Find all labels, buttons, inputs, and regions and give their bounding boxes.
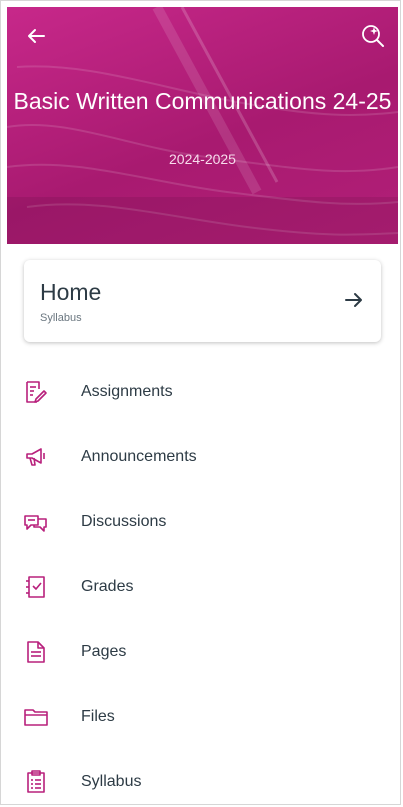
nav-item-grades[interactable]: Grades bbox=[1, 554, 400, 619]
announcement-icon bbox=[26, 448, 45, 466]
home-card[interactable]: Home Syllabus bbox=[24, 260, 381, 342]
nav-label-discussions: Discussions bbox=[81, 513, 167, 530]
course-header: Basic Written Communications 24-25 2024-… bbox=[7, 7, 398, 244]
back-button[interactable] bbox=[19, 19, 53, 53]
app-window: Basic Written Communications 24-25 2024-… bbox=[0, 0, 401, 805]
nav-item-syllabus[interactable]: Syllabus bbox=[1, 749, 400, 804]
nav-label-pages: Pages bbox=[81, 643, 127, 660]
nav-label-syllabus: Syllabus bbox=[81, 773, 142, 790]
nav-label-announcements: Announcements bbox=[81, 448, 197, 465]
home-subtitle: Syllabus bbox=[40, 312, 82, 324]
arrow-left-icon bbox=[28, 29, 45, 43]
home-title: Home bbox=[40, 279, 102, 305]
assignment-icon bbox=[26, 381, 47, 403]
nav-item-files[interactable]: Files bbox=[1, 684, 400, 749]
course-term: 2024-2025 bbox=[169, 151, 236, 167]
syllabus-icon bbox=[27, 770, 45, 793]
header-background-image bbox=[7, 7, 398, 244]
nav-label-assignments: Assignments bbox=[81, 383, 173, 400]
arrow-right-icon bbox=[345, 293, 362, 307]
nav-label-grades: Grades bbox=[81, 578, 134, 595]
course-nav-list: Assignments Announcements Discussions Gr… bbox=[1, 359, 400, 804]
discussion-icon bbox=[24, 515, 47, 532]
nav-label-files: Files bbox=[81, 708, 115, 725]
search-sparkle-icon bbox=[362, 25, 384, 47]
nav-item-discussions[interactable]: Discussions bbox=[1, 489, 400, 554]
folder-icon bbox=[24, 709, 48, 726]
course-title: Basic Written Communications 24-25 bbox=[13, 88, 392, 114]
grades-icon bbox=[26, 576, 45, 598]
nav-item-assignments[interactable]: Assignments bbox=[1, 359, 400, 424]
page-icon bbox=[27, 641, 45, 663]
nav-item-announcements[interactable]: Announcements bbox=[1, 424, 400, 489]
search-button[interactable] bbox=[356, 19, 390, 53]
nav-item-pages[interactable]: Pages bbox=[1, 619, 400, 684]
